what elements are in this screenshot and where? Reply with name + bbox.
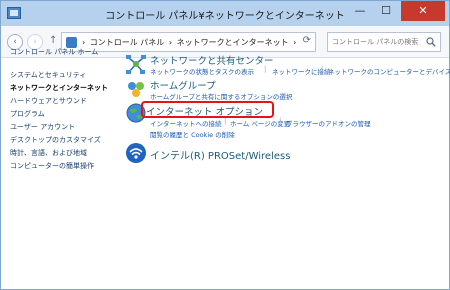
link-separator: |	[264, 65, 267, 73]
control-panel-window: コントロール パネル¥ネットワークとインターネット — ☐ ✕ ‹ › ↑ › …	[0, 0, 450, 290]
wireless-icon	[126, 143, 146, 163]
close-button[interactable]: ✕	[401, 1, 445, 21]
breadcrumb-chevron[interactable]: ›	[82, 38, 85, 47]
title-bar: コントロール パネル¥ネットワークとインターネット — ☐ ✕	[1, 1, 449, 26]
homegroup-icon	[128, 82, 144, 97]
network-sharing-center-title[interactable]: ネットワークと共有センター	[150, 53, 274, 67]
sidebar-item-clock-language-region[interactable]: 時計、言語、および地域	[10, 148, 87, 158]
link-separator: |	[224, 117, 227, 125]
sidebar-item-system-security[interactable]: システムとセキュリティ	[10, 70, 86, 80]
network-sharing-center-icon	[126, 55, 146, 74]
link-separator: |	[321, 65, 324, 73]
sidebar-item-ease-of-access[interactable]: コンピューターの簡単操作	[10, 161, 94, 171]
up-button[interactable]: ↑	[49, 35, 57, 46]
maximize-button[interactable]: ☐	[373, 1, 399, 21]
sidebar-item-programs[interactable]: プログラム	[10, 109, 45, 119]
homegroup-title[interactable]: ホームグループ	[150, 78, 216, 92]
sidebar-home-link[interactable]: コントロール パネル ホーム	[10, 47, 98, 57]
view-network-status-link[interactable]: ネットワークの状態とタスクの表示	[150, 66, 254, 76]
sidebar: コントロール パネル ホーム システムとセキュリティ ネットワークとインターネッ…	[1, 48, 119, 289]
view-network-computers-devices-link[interactable]: ネットワークのコンピューターとデバイスの表示	[328, 66, 450, 76]
minimize-button[interactable]: —	[347, 1, 373, 21]
sidebar-item-hardware-sound[interactable]: ハードウェアとサウンド	[10, 96, 87, 106]
manage-browser-addons-link[interactable]: ブラウザーのアドオンの管理	[286, 118, 371, 128]
sidebar-item-user-accounts[interactable]: ユーザー アカウント	[10, 122, 75, 132]
refresh-icon[interactable]: ⟳	[303, 35, 311, 46]
link-separator: |	[279, 117, 282, 125]
intel-proset-wireless-title[interactable]: インテル(R) PROSet/Wireless	[150, 147, 290, 162]
main-content: ネットワークと共有センター ネットワークの状態とタスクの表示 | ネットワークに…	[121, 46, 450, 286]
internet-options-highlight	[141, 101, 274, 118]
connect-to-internet-link[interactable]: インターネットへの接続	[150, 118, 222, 128]
sidebar-item-desktop-customization[interactable]: デスクトップのカスタマイズ	[10, 135, 101, 145]
homegroup-sharing-options-link[interactable]: ホームグループと共有に関するオプションの選択	[150, 91, 292, 101]
sidebar-item-network-internet: ネットワークとインターネット	[10, 84, 108, 92]
delete-history-cookies-link[interactable]: 閲覧の履歴と Cookie の削除	[150, 129, 235, 139]
